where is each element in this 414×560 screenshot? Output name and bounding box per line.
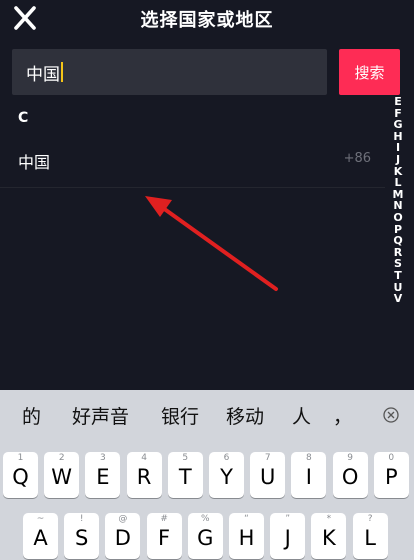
key-label: S bbox=[75, 526, 89, 550]
key-secondary-label: 7 bbox=[264, 453, 271, 463]
alphabet-index-letter[interactable]: V bbox=[394, 293, 403, 305]
key-label: J bbox=[284, 526, 291, 550]
search-input[interactable]: 中国 bbox=[12, 49, 327, 95]
key-label: A bbox=[33, 526, 48, 550]
key-label: I bbox=[305, 465, 312, 489]
collapse-icon[interactable] bbox=[382, 406, 400, 424]
alphabet-index-letter[interactable]: Q bbox=[393, 235, 402, 247]
alphabet-index-letter[interactable]: J bbox=[396, 154, 400, 166]
key-secondary-label: 4 bbox=[141, 453, 147, 463]
keyboard-key[interactable]: @ D bbox=[105, 513, 141, 559]
key-secondary-label: 6 bbox=[223, 453, 230, 463]
alphabet-index-letter[interactable]: O bbox=[393, 212, 402, 224]
key-label: F bbox=[158, 526, 171, 550]
keyboard-key[interactable]: 3E bbox=[85, 452, 121, 498]
alphabet-index-letter[interactable]: E bbox=[394, 96, 402, 108]
text-caret bbox=[61, 62, 63, 82]
header: 选择国家或地区 bbox=[0, 0, 414, 38]
key-label: H bbox=[238, 526, 255, 550]
keyboard-key[interactable]: 0P bbox=[373, 452, 409, 498]
key-label: W bbox=[51, 465, 73, 489]
keyboard-key[interactable]: # F bbox=[146, 513, 182, 559]
key-secondary-label: * bbox=[326, 514, 332, 524]
search-row: 中国 搜索 bbox=[0, 49, 414, 95]
key-label: E bbox=[96, 465, 110, 489]
suggestion-item[interactable]: 的 bbox=[22, 402, 41, 429]
country-row-china[interactable]: 中国 +86 bbox=[0, 140, 385, 188]
key-secondary-label: # bbox=[160, 514, 168, 524]
key-secondary-label: 9 bbox=[347, 453, 353, 463]
key-label: K bbox=[322, 526, 336, 550]
keyboard-key[interactable]: 9O bbox=[332, 452, 368, 498]
key-secondary-label: @ bbox=[118, 514, 128, 524]
key-label: D bbox=[114, 526, 131, 550]
key-secondary-label: 5 bbox=[182, 453, 189, 463]
ime-suggestion-bar: 的 好声音 银行 移动 人 ， bbox=[0, 390, 414, 440]
keyboard-key[interactable]: ” J bbox=[270, 513, 306, 559]
section-header: C bbox=[18, 110, 29, 126]
key-label: R bbox=[136, 465, 152, 489]
key-secondary-label: “ bbox=[244, 514, 249, 524]
keyboard-key[interactable]: 1Q bbox=[3, 452, 38, 498]
keyboard-key[interactable]: 2W bbox=[44, 452, 80, 498]
keyboard: 1 Q 2 W 3 E 4 R 5 T 6 Y 7 U 8 I 9 O 0 P ~ A! S @ D # F% G “H” J * K? L bbox=[0, 440, 414, 560]
keyboard-key[interactable]: 7U bbox=[250, 452, 286, 498]
country-code: +86 bbox=[343, 151, 371, 166]
keyboard-key[interactable]: ? L bbox=[352, 513, 388, 559]
key-secondary-label: ~ bbox=[36, 514, 45, 524]
key-label: P bbox=[384, 465, 398, 489]
alphabet-index-letter[interactable]: T bbox=[394, 270, 402, 282]
key-label: U bbox=[260, 465, 276, 489]
key-secondary-label: 0 bbox=[388, 453, 395, 463]
key-secondary-label: 8 bbox=[306, 453, 312, 463]
key-secondary-label: 3 bbox=[100, 453, 106, 463]
suggestion-item[interactable]: 人 bbox=[292, 402, 311, 429]
keyboard-key[interactable]: % G bbox=[187, 513, 223, 559]
keyboard-key[interactable]: “H bbox=[229, 513, 264, 559]
keyboard-key[interactable]: 4R bbox=[126, 452, 162, 498]
keyboard-key[interactable]: * K bbox=[311, 513, 347, 559]
suggestion-item[interactable]: 移动 bbox=[226, 402, 264, 429]
keyboard-key[interactable]: 6Y bbox=[209, 452, 244, 498]
key-secondary-label: ! bbox=[79, 514, 84, 524]
key-secondary-label: % bbox=[201, 514, 210, 524]
key-label: Y bbox=[220, 465, 233, 489]
key-secondary-label: ? bbox=[367, 514, 373, 524]
keyboard-key[interactable]: ~ A bbox=[23, 513, 58, 559]
key-label: T bbox=[178, 465, 192, 489]
keyboard-key[interactable]: ! S bbox=[64, 513, 100, 559]
search-button[interactable]: 搜索 bbox=[339, 49, 400, 95]
key-label: G bbox=[197, 526, 214, 550]
suggestion-item[interactable]: ， bbox=[333, 402, 352, 429]
key-label: O bbox=[341, 465, 359, 489]
alphabet-index[interactable]: EFGHIJKLMNOPQRSTUV bbox=[390, 96, 406, 305]
keyboard-key[interactable]: 5T bbox=[167, 452, 203, 498]
suggestion-item[interactable]: 银行 bbox=[161, 402, 199, 429]
key-secondary-label: 2 bbox=[58, 453, 65, 463]
search-input-value: 中国 bbox=[26, 64, 60, 85]
suggestion-item[interactable]: 好声音 bbox=[72, 402, 129, 429]
key-secondary-label: ” bbox=[285, 514, 291, 524]
alphabet-index-letter[interactable]: L bbox=[394, 177, 401, 189]
key-label: L bbox=[364, 526, 376, 550]
key-secondary-label: 1 bbox=[17, 453, 24, 463]
key-label: Q bbox=[12, 465, 29, 489]
country-name: 中国 bbox=[18, 153, 51, 172]
keyboard-key[interactable]: 8I bbox=[291, 452, 327, 498]
page-title: 选择国家或地区 bbox=[140, 10, 274, 31]
